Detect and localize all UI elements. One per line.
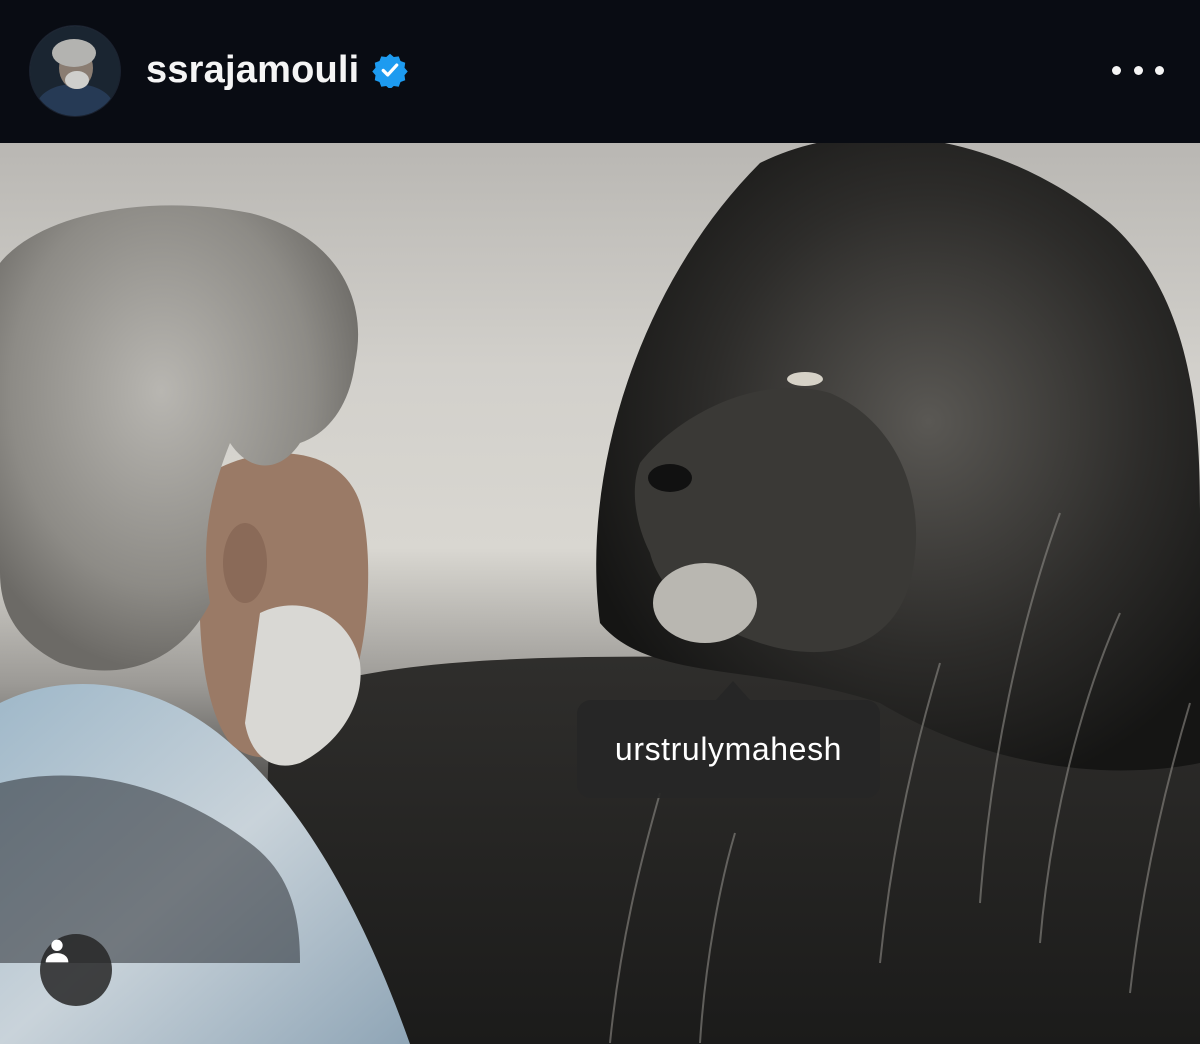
show-tags-button[interactable] [40,934,112,1006]
verified-badge-icon [372,53,408,88]
post-header: ssrajamouli [0,0,1200,143]
more-dot [1112,65,1121,75]
photo-illustration [0,143,1200,1044]
post-photo[interactable]: urstrulymahesh [0,143,1200,1044]
avatar-photo [30,26,120,116]
tagged-user-label[interactable]: urstrulymahesh [577,700,880,798]
tag-pointer [715,681,751,701]
more-dot [1155,65,1164,75]
username[interactable]: ssrajamouli [146,48,359,92]
profile-avatar[interactable] [30,26,120,116]
user-tag-icon [45,939,69,963]
more-dot [1133,65,1143,75]
more-options-button[interactable] [1112,52,1164,88]
